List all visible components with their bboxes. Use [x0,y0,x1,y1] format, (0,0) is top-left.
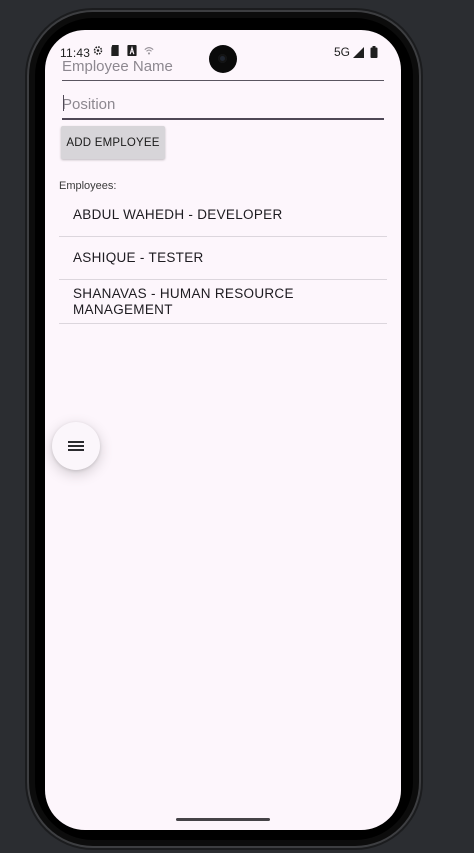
add-employee-button[interactable]: ADD EMPLOYEE [61,126,165,159]
floating-menu-button[interactable] [52,422,100,470]
employee-entry-label: ASHIQUE - TESTER [73,250,204,265]
app-screen: 11:43 5G Employee Name Position ADD EMPL… [45,30,401,830]
list-item[interactable]: ABDUL WAHEDH - DEVELOPER [59,194,387,237]
list-item[interactable]: ASHIQUE - TESTER [59,237,387,280]
text-cursor [63,95,64,111]
list-item[interactable]: SHANAVAS - HUMAN RESOURCE MANAGEMENT [59,280,387,324]
menu-icon [68,441,84,451]
position-input[interactable] [62,90,384,120]
employee-list: ABDUL WAHEDH - DEVELOPER ASHIQUE - TESTE… [59,194,387,324]
home-gesture-bar[interactable] [176,818,270,821]
employee-entry-label: SHANAVAS - HUMAN RESOURCE MANAGEMENT [73,285,294,317]
emulator-stage: 11:43 5G Employee Name Position ADD EMPL… [0,0,474,853]
employee-entry-label: ABDUL WAHEDH - DEVELOPER [73,207,283,222]
employee-name-input[interactable] [62,52,384,81]
employees-heading: Employees: [59,180,117,192]
